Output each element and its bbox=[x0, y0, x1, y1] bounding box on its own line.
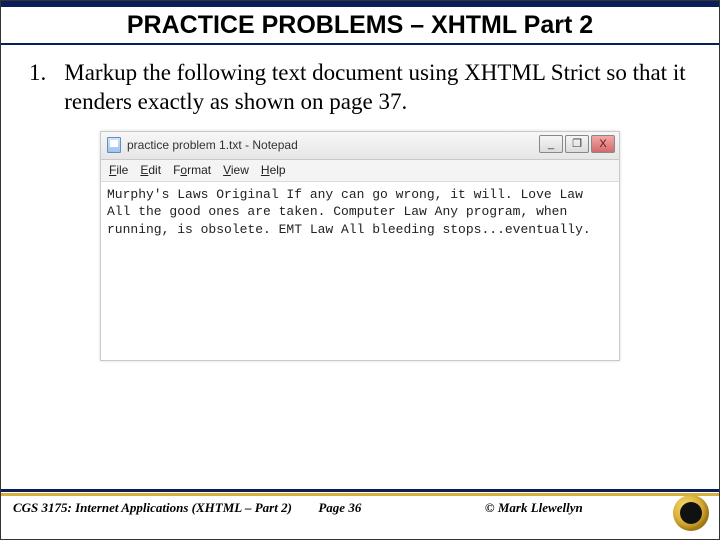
footer-author: © Mark Llewellyn bbox=[485, 500, 638, 516]
notepad-menubar: File Edit Format View Help bbox=[101, 160, 619, 182]
footer-content: CGS 3175: Internet Applications (XHTML –… bbox=[1, 496, 719, 520]
ucf-logo bbox=[673, 495, 709, 531]
slide: PRACTICE PROBLEMS – XHTML Part 2 1. Mark… bbox=[0, 0, 720, 540]
maximize-button[interactable]: ❐ bbox=[565, 135, 589, 153]
slide-body: 1. Markup the following text document us… bbox=[1, 45, 719, 361]
notepad-icon bbox=[107, 137, 121, 153]
notepad-content[interactable]: Murphy's Laws Original If any can go wro… bbox=[101, 182, 619, 360]
notepad-titlebar[interactable]: practice problem 1.txt - Notepad _ ❐ X bbox=[101, 132, 619, 160]
logo-inner bbox=[680, 502, 702, 524]
window-buttons: _ ❐ X bbox=[539, 135, 615, 153]
minimize-button[interactable]: _ bbox=[539, 135, 563, 153]
menu-file[interactable]: File bbox=[109, 163, 128, 177]
item-text: Markup the following text document using… bbox=[64, 59, 691, 117]
close-button[interactable]: X bbox=[591, 135, 615, 153]
slide-footer: CGS 3175: Internet Applications (XHTML –… bbox=[1, 489, 719, 539]
footer-course: CGS 3175: Internet Applications (XHTML –… bbox=[13, 500, 318, 516]
slide-title: PRACTICE PROBLEMS – XHTML Part 2 bbox=[1, 11, 719, 40]
footer-page: Page 36 bbox=[318, 500, 485, 516]
menu-edit[interactable]: Edit bbox=[140, 163, 161, 177]
menu-help[interactable]: Help bbox=[261, 163, 286, 177]
notepad-window: practice problem 1.txt - Notepad _ ❐ X F… bbox=[100, 131, 620, 361]
footer-line-navy bbox=[1, 489, 719, 492]
menu-view[interactable]: View bbox=[223, 163, 249, 177]
menu-format[interactable]: Format bbox=[173, 163, 211, 177]
top-accent-bar bbox=[1, 1, 719, 7]
list-item: 1. Markup the following text document us… bbox=[29, 59, 691, 117]
item-number: 1. bbox=[29, 59, 46, 117]
notepad-title: practice problem 1.txt - Notepad bbox=[127, 138, 298, 152]
